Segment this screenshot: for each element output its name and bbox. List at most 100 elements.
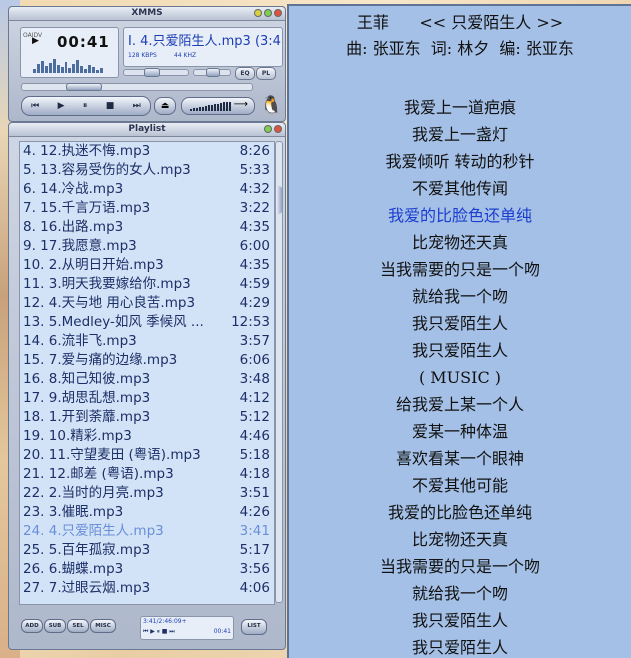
eq-toggle-button[interactable]: EQ (235, 67, 255, 80)
playlist-row[interactable]: 9. 17.我愿意.mp3 6:00 (20, 237, 274, 256)
main-titlebar[interactable]: XMMS (9, 7, 285, 21)
track-duration: 3:22 (239, 200, 270, 216)
xmms-main-window: XMMS OAIDV ▶ 00:41 I. 4.只爱陌生人.mp3 (3:41)… (8, 6, 286, 122)
lyric-line: 我爱的比脸色还单纯 (387, 503, 532, 522)
track-duration: 4:29 (239, 295, 270, 311)
lyrics-song-header: 王菲 << 只爱陌生人 >> (356, 13, 564, 32)
playlist-track-list[interactable]: 4. 12.执迷不悔.mp3 8:26 5. 13.容易受伤的女人.mp3 5:33 6… (19, 141, 275, 605)
track-title: 7. 15.千言万语.mp3 (23, 200, 151, 216)
volume-bar (208, 105, 210, 111)
sel-button[interactable]: SEL (67, 619, 89, 633)
stop-button[interactable]: ■ (106, 101, 115, 111)
playlist-row[interactable]: 11. 3.明天我要嫁给你.mp3 4:59 (20, 275, 274, 294)
playlist-scrollbar[interactable] (275, 141, 283, 603)
playlist-total-time: 3:41/2:46:09+ (143, 618, 187, 625)
eject-button[interactable]: ⏏ (154, 97, 176, 115)
playlist-row[interactable]: 17. 9.胡思乱想.mp3 4:12 (20, 389, 274, 408)
volume-slider[interactable] (123, 68, 189, 77)
lyric-line: 比宠物还天真 (411, 233, 508, 252)
playlist-row[interactable]: 26. 6.蝴蝶.mp3 3:56 (20, 560, 274, 579)
mini-elapsed-time: 00:41 (213, 628, 231, 635)
track-title: 26. 6.蝴蝶.mp3 (23, 561, 124, 577)
playlist-row[interactable]: 25. 5.百年孤寂.mp3 5:17 (20, 541, 274, 560)
spectrum-bar (84, 69, 88, 73)
lyric-line: 就给我一个吻 (411, 287, 508, 306)
volume-bar (229, 102, 231, 111)
close-button[interactable] (274, 9, 282, 17)
playlist-row[interactable]: 13. 5.Medley-如风 季候风 ... 12:53 (20, 313, 274, 332)
misc-button[interactable]: MISC (90, 619, 116, 633)
spectrum-bar (33, 69, 36, 73)
lyric-line: 就给我一个吻 (411, 584, 508, 603)
seek-knob[interactable] (66, 83, 102, 91)
playlist-scroll-thumb[interactable] (276, 186, 282, 214)
list-button[interactable]: LIST (241, 619, 267, 635)
track-title: 10. 2.从明日开始.mp3 (23, 257, 164, 273)
spectrum-bar (92, 67, 95, 73)
track-duration: 3:41 (239, 523, 270, 539)
minimize-button[interactable] (254, 9, 262, 17)
lyrics-lines: 我爱上一道疤痕 我爱上一盏灯 我爱倾听 转动的秒针 不爱其他传闻 我爱的比脸色还单纯 比宠… (289, 94, 631, 658)
bitrate-label: 128 KBPS (128, 52, 157, 59)
shade-button[interactable] (264, 9, 272, 17)
playlist-row[interactable]: 23. 3.催眠.mp3 4:26 (20, 503, 274, 522)
playlist-row[interactable]: 7. 15.千言万语.mp3 3:22 (20, 199, 274, 218)
playlist-row[interactable]: 15. 7.爱与痛的边缘.mp3 6:06 (20, 351, 274, 370)
playlist-row[interactable]: 10. 2.从明日开始.mp3 4:35 (20, 256, 274, 275)
volume-bar (205, 106, 207, 111)
playlist-row[interactable]: 19. 10.精彩.mp3 4:46 (20, 427, 274, 446)
playlist-row[interactable]: 22. 2.当时的月亮.mp3 3:51 (20, 484, 274, 503)
arrow-right-icon: ⟶ (233, 99, 248, 110)
balance-knob[interactable] (206, 68, 220, 77)
volume-knob[interactable] (144, 68, 160, 77)
playlist-row[interactable]: 6. 14.冷战.mp3 4:32 (20, 180, 274, 199)
playlist-row[interactable]: 21. 12.邮差 (粤语).mp3 4:18 (20, 465, 274, 484)
spectrum-bar (80, 66, 84, 73)
playlist-toggle-button[interactable]: PL (256, 67, 276, 80)
track-title: 20. 11.守望麦田 (粤语).mp3 (23, 447, 201, 463)
playlist-info-display: 3:41/2:46:09+ ⏮ ▶ ⏸ ■ ⏭ 00:41 (140, 616, 234, 640)
lyric-line: 给我爱上某一个人 (395, 395, 524, 414)
track-title: 6. 14.冷战.mp3 (23, 181, 124, 197)
mini-transport-controls[interactable]: ⏮ ▶ ⏸ ■ ⏭ (143, 628, 175, 636)
lyric-line: 比宠物还天真 (411, 530, 508, 549)
playlist-row[interactable]: 18. 1.开到荼蘼.mp3 5:12 (20, 408, 274, 427)
seek-bar[interactable] (21, 83, 253, 91)
main-title: XMMS (131, 8, 163, 18)
spectrum-visualizer[interactable] (33, 58, 103, 73)
playlist-row[interactable]: 24. 4.只爱陌生人.mp3 3:41 (20, 522, 274, 541)
playlist-row[interactable]: 16. 8.知己知彼.mp3 3:48 (20, 370, 274, 389)
oaidv-indicators: OAIDV (23, 32, 43, 39)
track-title: 27. 7.过眼云烟.mp3 (23, 580, 151, 596)
playlist-titlebar[interactable]: Playlist (9, 123, 285, 137)
elapsed-time[interactable]: 00:41 (57, 33, 110, 51)
playlist-row[interactable]: 27. 7.过眼云烟.mp3 4:06 (20, 579, 274, 598)
volume-bar (202, 106, 204, 111)
playlist-shade-button[interactable] (264, 125, 272, 133)
next-button[interactable]: ⏭ (133, 101, 141, 111)
previous-button[interactable]: ⏮ (31, 101, 39, 111)
playlist-row[interactable]: 20. 11.守望麦田 (粤语).mp3 5:18 (20, 446, 274, 465)
play-button[interactable]: ▶ (58, 101, 65, 111)
track-title: 8. 16.出路.mp3 (23, 219, 124, 235)
track-duration: 4:46 (239, 428, 270, 444)
volume-bar-button[interactable]: ⟶ (181, 97, 255, 115)
playlist-close-button[interactable] (274, 125, 282, 133)
tux-penguin-icon[interactable]: 🐧 (260, 95, 282, 116)
playlist-row[interactable]: 5. 13.容易受伤的女人.mp3 5:33 (20, 161, 274, 180)
playlist-row[interactable]: 8. 16.出路.mp3 4:35 (20, 218, 274, 237)
add-button[interactable]: ADD (21, 619, 43, 633)
track-duration: 3:57 (239, 333, 270, 349)
balance-slider[interactable] (193, 68, 231, 77)
playlist-row[interactable]: 12. 4.天与地 用心良苦.mp3 4:29 (20, 294, 274, 313)
lyric-line: 喜欢看某一个眼神 (395, 449, 524, 468)
track-duration: 5:17 (239, 542, 270, 558)
track-duration: 4:35 (239, 257, 270, 273)
pause-button[interactable]: ⏸ (83, 101, 88, 111)
track-title: 4. 12.执迷不悔.mp3 (23, 143, 151, 159)
lyric-line: 不爱其他传闻 (411, 179, 508, 198)
playlist-row[interactable]: 4. 12.执迷不悔.mp3 8:26 (20, 142, 274, 161)
sub-button[interactable]: SUB (44, 619, 66, 633)
playlist-row[interactable]: 14. 6.流非飞.mp3 3:57 (20, 332, 274, 351)
lyric-line: 我爱倾听 转动的秒针 (385, 152, 535, 171)
